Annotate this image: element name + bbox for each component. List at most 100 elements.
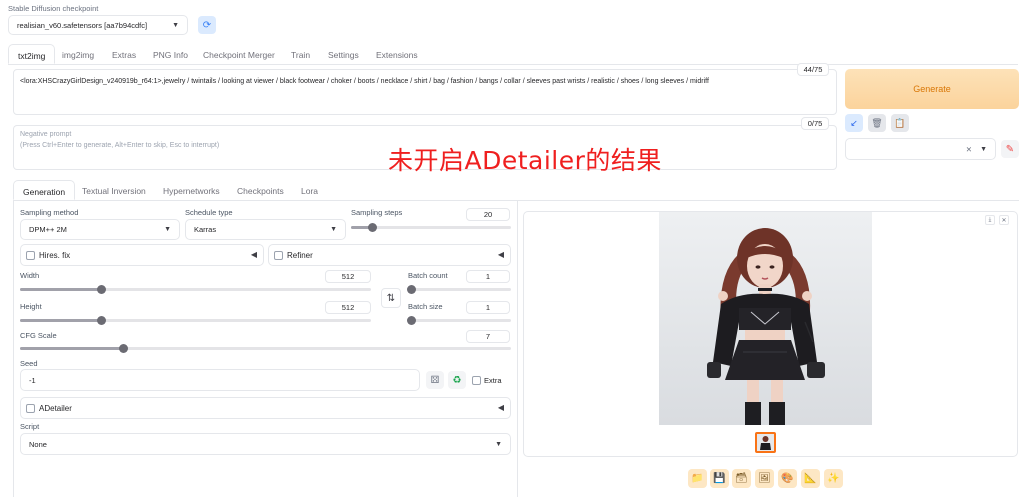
chevron-down-icon: ▼ xyxy=(980,145,987,153)
width-label: Width xyxy=(20,271,40,280)
seed-input[interactable]: -1 xyxy=(20,369,420,391)
swap-icon[interactable]: ⇅ xyxy=(381,288,401,308)
prompt-textarea[interactable]: <lora:XHSCrazyGirlDesign_v240919b_r64:1>… xyxy=(13,69,837,115)
collapse-icon[interactable]: ◀ xyxy=(251,250,257,259)
generate-button[interactable]: Generate xyxy=(845,69,1019,109)
tab-checkpoint-merger[interactable]: Checkpoint Merger xyxy=(203,50,275,60)
sparkle-icon[interactable]: ✨ xyxy=(824,469,843,488)
batch-size-input[interactable]: 1 xyxy=(466,301,510,314)
slider-fill xyxy=(20,347,124,350)
refiner-accordion[interactable]: Refiner ◀ xyxy=(268,244,511,266)
tab-textual-inversion[interactable]: Textual Inversion xyxy=(82,186,146,196)
cfg-scale-input[interactable]: 7 xyxy=(466,330,510,343)
dice-icon[interactable]: ⚄ xyxy=(426,371,444,389)
send-to-inpaint-icon[interactable]: 🎨 xyxy=(778,469,797,488)
checkpoint-value: realisian_v60.safetensors [aa7b94cdfc] xyxy=(17,20,148,30)
hires-fix-label: Hires. fix xyxy=(39,251,71,260)
negative-token-count: 0/75 xyxy=(801,117,829,130)
tab-extensions[interactable]: Extensions xyxy=(376,50,418,60)
refiner-checkbox[interactable] xyxy=(274,251,283,260)
tab-extras[interactable]: Extras xyxy=(112,50,136,60)
adetailer-accordion[interactable]: ADetailer ◀ xyxy=(20,397,511,419)
negative-prompt-placeholder: Negative prompt xyxy=(20,131,72,138)
collapse-icon[interactable]: ◀ xyxy=(498,403,504,412)
tab-generation[interactable]: Generation xyxy=(13,180,76,200)
hires-fix-checkbox[interactable] xyxy=(26,251,35,260)
sampling-steps-label: Sampling steps xyxy=(351,208,403,217)
adetailer-label: ADetailer xyxy=(39,404,72,413)
extra-label: Extra xyxy=(484,376,502,385)
slider-knob[interactable] xyxy=(96,316,106,325)
sampling-method-label: Sampling method xyxy=(20,208,79,217)
read-params-icon[interactable]: ↙ xyxy=(845,114,863,132)
send-to-img2img-icon[interactable]: 🖼 xyxy=(755,469,774,488)
tab-hypernetworks[interactable]: Hypernetworks xyxy=(163,186,220,196)
styles-select[interactable]: ✕ ▼ xyxy=(845,138,996,160)
hires-fix-accordion[interactable]: Hires. fix ◀ xyxy=(20,244,264,266)
checkpoint-select[interactable]: realisian_v60.safetensors [aa7b94cdfc] ▼ xyxy=(8,15,188,35)
slider-fill xyxy=(20,288,101,291)
batch-count-label: Batch count xyxy=(408,271,448,280)
sampling-method-value: DPM++ 2M xyxy=(29,225,67,234)
tab-img2img[interactable]: img2img xyxy=(62,50,94,60)
width-input[interactable]: 512 xyxy=(325,270,371,283)
tab-lora[interactable]: Lora xyxy=(301,186,318,196)
prompt-token-count: 44/75 xyxy=(797,63,829,76)
extra-checkbox[interactable] xyxy=(472,376,481,385)
slider-fill xyxy=(20,319,101,322)
tab-settings[interactable]: Settings xyxy=(328,50,359,60)
height-input[interactable]: 512 xyxy=(325,301,371,314)
sampling-method-select[interactable]: DPM++ 2M ▼ xyxy=(20,219,180,240)
width-slider[interactable] xyxy=(20,285,371,294)
overlay-caption: 未开启ADetailer的结果 xyxy=(388,146,662,175)
batch-size-label: Batch size xyxy=(408,302,443,311)
chevron-down-icon: ▼ xyxy=(495,440,502,448)
close-icon[interactable]: ✕ xyxy=(999,215,1009,225)
download-icon[interactable]: ⤓ xyxy=(985,215,995,225)
zip-icon[interactable]: 🗃 xyxy=(732,469,751,488)
batch-count-input[interactable]: 1 xyxy=(466,270,510,283)
folder-icon[interactable]: 📁 xyxy=(688,469,707,488)
pencil-icon[interactable]: ✎ xyxy=(1001,140,1019,158)
schedule-type-select[interactable]: Karras ▼ xyxy=(185,219,346,240)
generate-label: Generate xyxy=(913,84,951,94)
script-select[interactable]: None ▼ xyxy=(20,433,511,455)
slider-knob[interactable] xyxy=(407,316,416,325)
sampling-steps-input[interactable]: 20 xyxy=(466,208,510,221)
save-icon[interactable]: 💾 xyxy=(710,469,729,488)
tab-train[interactable]: Train xyxy=(291,50,310,60)
slider-knob[interactable] xyxy=(407,285,416,294)
send-to-extras-icon[interactable]: 📐 xyxy=(801,469,820,488)
gallery-thumbnail[interactable] xyxy=(755,432,776,453)
clear-icon[interactable]: ✕ xyxy=(966,145,972,154)
girl-portrait-illustration xyxy=(659,212,872,425)
batch-size-slider[interactable] xyxy=(407,316,511,325)
tab-checkpoints[interactable]: Checkpoints xyxy=(237,186,284,196)
schedule-type-value: Karras xyxy=(194,225,217,234)
tab-txt2img[interactable]: txt2img xyxy=(8,44,56,64)
slider-knob[interactable] xyxy=(367,223,377,232)
batch-count-slider[interactable] xyxy=(407,285,511,294)
recycle-icon[interactable]: ♻ xyxy=(448,371,466,389)
sampling-steps-slider[interactable] xyxy=(351,223,511,232)
collapse-icon[interactable]: ◀ xyxy=(498,250,504,259)
height-label: Height xyxy=(20,302,42,311)
tab-png-info[interactable]: PNG Info xyxy=(153,50,188,60)
refresh-icon[interactable]: ⟳ xyxy=(198,16,216,34)
chevron-down-icon: ▼ xyxy=(164,226,171,233)
chevron-down-icon: ▼ xyxy=(330,226,337,233)
chevron-down-icon: ▼ xyxy=(172,21,179,29)
seed-value: -1 xyxy=(29,375,36,385)
cfg-scale-slider[interactable] xyxy=(20,344,511,353)
schedule-type-label: Schedule type xyxy=(185,208,233,217)
thumbnail-illustration xyxy=(757,434,774,451)
prompt-text: <lora:XHSCrazyGirlDesign_v240919b_r64:1>… xyxy=(20,78,709,85)
script-value: None xyxy=(29,439,47,449)
height-slider[interactable] xyxy=(20,316,371,325)
generated-image[interactable] xyxy=(659,212,872,425)
clipboard-icon[interactable]: 📋 xyxy=(891,114,909,132)
tab-divider xyxy=(8,64,1018,65)
adetailer-checkbox[interactable] xyxy=(26,404,35,413)
slider-knob[interactable] xyxy=(96,285,106,294)
trash-icon[interactable]: 🗑 xyxy=(868,114,886,132)
